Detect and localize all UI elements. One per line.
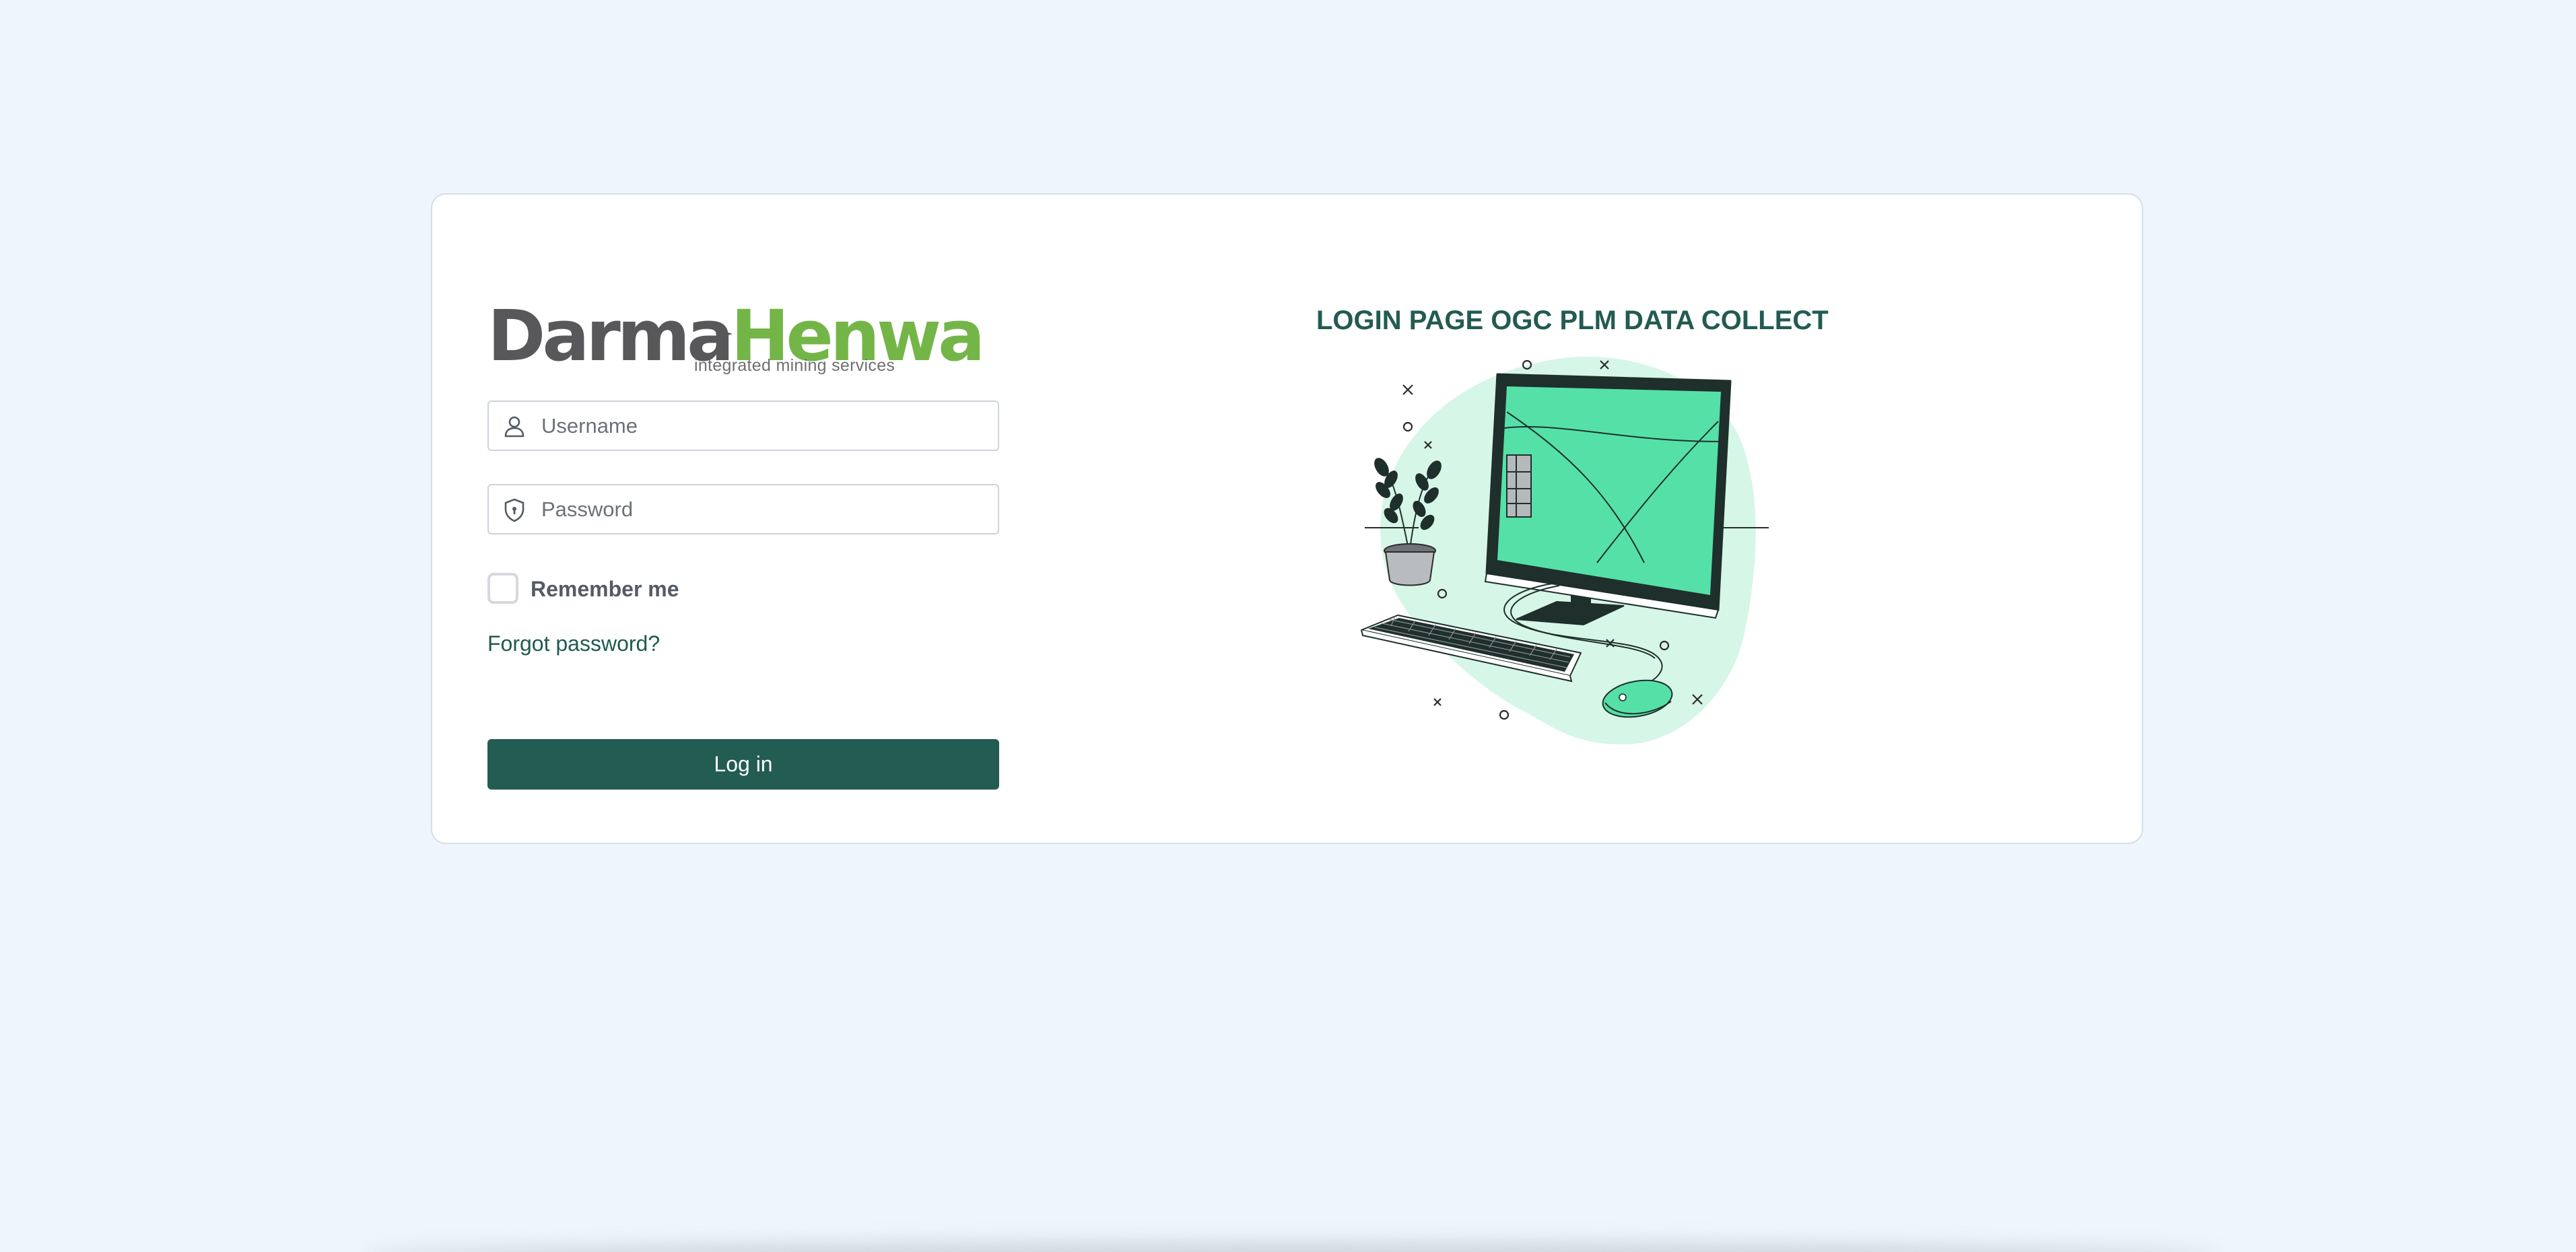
desktop-computer-illustration <box>1361 356 1769 744</box>
login-card: DarmaHenwa integrated mining services Us… <box>431 193 2143 844</box>
password-field[interactable] <box>487 484 999 534</box>
remember-checkbox[interactable] <box>487 573 518 604</box>
login-button[interactable]: Log in <box>487 739 999 790</box>
user-icon <box>504 416 524 438</box>
logo-star-icon <box>715 325 733 343</box>
remember-me[interactable]: Remember me <box>487 571 757 605</box>
company-logo: DarmaHenwa integrated mining services <box>487 301 985 378</box>
logo-tagline: integrated mining services <box>694 356 895 375</box>
username-input[interactable] <box>541 402 986 450</box>
bottom-shadow <box>364 1242 2222 1252</box>
page-title: LOGIN PAGE OGC PLM DATA COLLECT <box>1316 306 1829 335</box>
shield-lock-icon <box>504 498 524 522</box>
password-input[interactable] <box>541 485 986 533</box>
forgot-password-link[interactable]: Forgot password? <box>487 631 660 656</box>
username-field[interactable] <box>487 401 999 451</box>
login-page: DarmaHenwa integrated mining services Us… <box>0 0 2576 1252</box>
remember-label[interactable]: Remember me <box>531 576 679 602</box>
